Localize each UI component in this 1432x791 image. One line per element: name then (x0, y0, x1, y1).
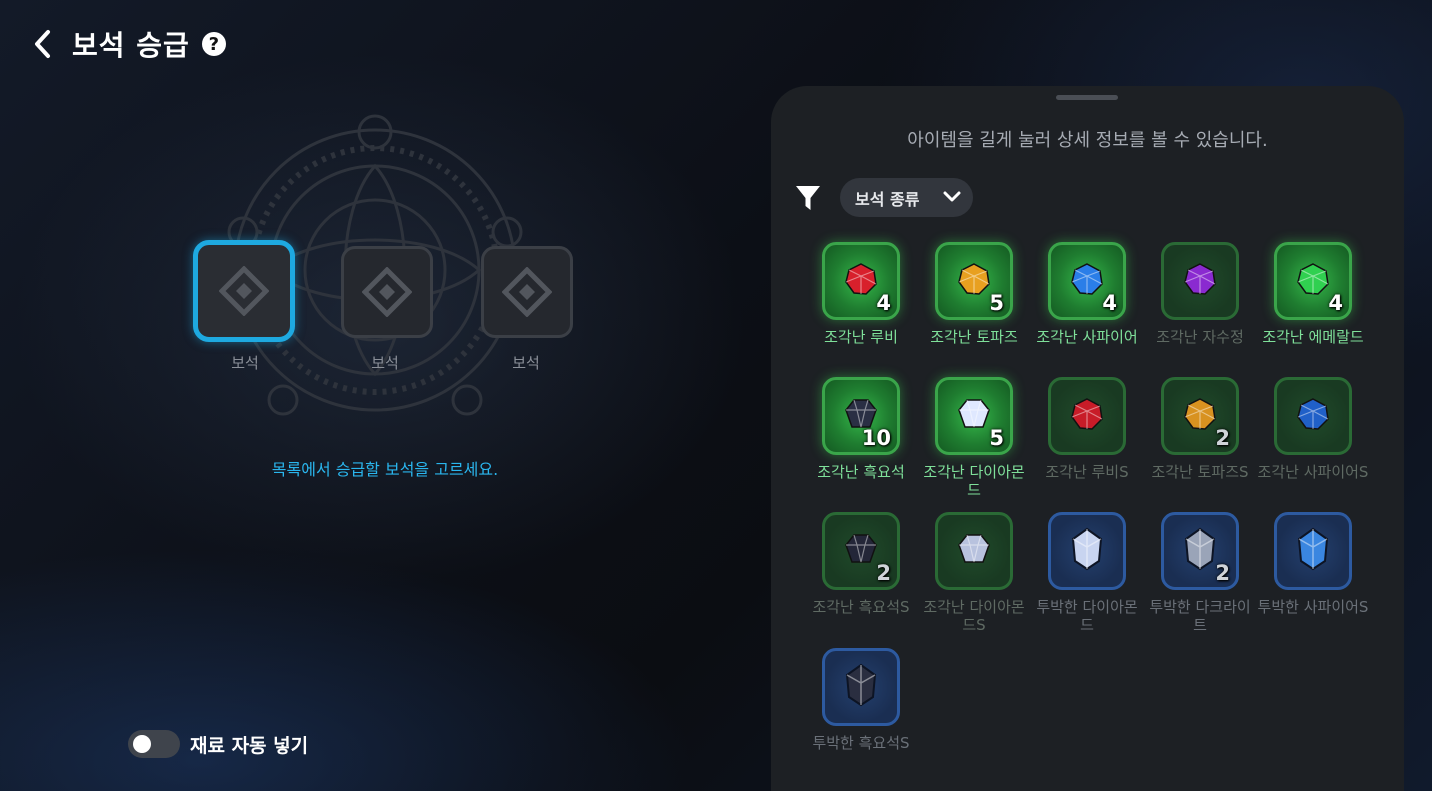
item-name: 투박한 다이아몬드 (1036, 598, 1138, 634)
gem-tile: 4 (822, 242, 900, 320)
gem-tile (1048, 377, 1126, 455)
item-name: 조각난 사파이어 (1036, 328, 1138, 346)
select-gem-hint: 목록에서 승급할 보석을 고르세요. (271, 460, 499, 479)
diamond-placeholder-icon (219, 266, 269, 316)
gem-item[interactable]: 4 조각난 사파이어 (1030, 242, 1144, 346)
item-name: 투박한 다크라이트 (1149, 598, 1251, 634)
help-icon[interactable]: ? (201, 32, 226, 56)
item-name: 조각난 흑요석S (812, 598, 910, 616)
emerald-gem-icon (1296, 262, 1330, 300)
gem-item[interactable]: 4 조각난 루비 (804, 242, 918, 346)
topaz-gem-icon (1183, 397, 1217, 435)
gem-tile (822, 648, 900, 726)
gem-item[interactable]: 2 조각난 토파즈S (1143, 377, 1257, 481)
gem-slot-label: 보석 (512, 354, 540, 372)
item-name: 조각난 토파즈 (930, 328, 1018, 346)
gem-item[interactable]: 5 조각난 다이아몬드 (917, 377, 1031, 499)
item-name: 투박한 흑요석S (812, 734, 910, 752)
dropdown-label: 보석 종류 (855, 189, 920, 209)
ruby-gem-icon (844, 262, 878, 300)
item-count: 2 (1215, 561, 1230, 585)
item-name: 조각난 흑요석 (817, 463, 905, 481)
toggle-knob (133, 735, 151, 753)
gem-slot-1[interactable] (193, 240, 295, 342)
gem-tile: 2 (1161, 377, 1239, 455)
diamond-gem-icon (957, 532, 991, 570)
gem-tile (1274, 512, 1352, 590)
auto-fill-toggle-row: 재료 자동 넣기 (128, 730, 308, 758)
diamond-placeholder-icon (362, 267, 412, 317)
crystal-gem-icon (844, 663, 878, 711)
back-button[interactable] (28, 26, 56, 62)
item-name: 조각난 사파이어S (1257, 463, 1369, 481)
item-name: 조각난 토파즈S (1151, 463, 1249, 481)
gem-tile (1048, 512, 1126, 590)
gem-item[interactable]: 4 조각난 에메랄드 (1256, 242, 1370, 346)
item-count: 5 (989, 291, 1004, 315)
gem-item[interactable]: 투박한 사파이어S (1256, 512, 1370, 616)
item-count: 2 (876, 561, 891, 585)
gem-item[interactable]: 조각난 사파이어S (1256, 377, 1370, 481)
item-count: 10 (861, 426, 891, 450)
gem-tile: 10 (822, 377, 900, 455)
sapphire-gem-icon (1070, 262, 1104, 300)
gem-item[interactable]: 조각난 다이아몬드S (917, 512, 1031, 634)
panel-drag-handle[interactable] (1056, 95, 1118, 100)
obsidian-gem-icon (844, 532, 878, 570)
gem-tile (935, 512, 1013, 590)
crystal-gem-icon (1296, 527, 1330, 575)
crystal-gem-icon (1070, 527, 1104, 575)
gem-item[interactable]: 투박한 다이아몬드 (1030, 512, 1144, 634)
gem-tile: 2 (1161, 512, 1239, 590)
item-name: 조각난 루비 (824, 328, 898, 346)
item-count: 5 (989, 426, 1004, 450)
item-name: 조각난 다이아몬드 (923, 463, 1025, 499)
gem-slot-label: 보석 (231, 354, 259, 372)
gem-tile: 5 (935, 377, 1013, 455)
gem-upgrade-screen: 보석 승급 ? 보석 보석 보석 목록에서 승급할 보석을 고르세요. 재료 자… (0, 0, 1432, 791)
header: 보석 승급 ? (28, 24, 226, 64)
diamond-placeholder-icon (502, 267, 552, 317)
page-title: 보석 승급 (72, 29, 190, 62)
gem-item[interactable]: 5 조각난 토파즈 (917, 242, 1031, 346)
gem-type-dropdown[interactable]: 보석 종류 (840, 178, 973, 217)
item-count: 4 (1102, 291, 1117, 315)
filter-icon[interactable] (795, 184, 821, 212)
gem-tile: 4 (1274, 242, 1352, 320)
gem-item[interactable]: 투박한 흑요석S (804, 648, 918, 752)
item-name: 조각난 자수정 (1156, 328, 1244, 346)
chevron-down-icon (943, 191, 961, 202)
panel-hint: 아이템을 길게 눌러 상세 정보를 볼 수 있습니다. (907, 130, 1268, 151)
item-name: 조각난 다이아몬드S (923, 598, 1025, 634)
crystal-gem-icon (1183, 527, 1217, 575)
gem-slot-3[interactable] (481, 246, 573, 338)
gem-slot-label: 보석 (371, 354, 399, 372)
item-name: 조각난 에메랄드 (1262, 328, 1364, 346)
inventory-panel: 아이템을 길게 눌러 상세 정보를 볼 수 있습니다. 보석 종류 4 조각난 루… (771, 86, 1404, 791)
gem-slot-2[interactable] (341, 246, 433, 338)
gem-item[interactable]: 2 투박한 다크라이트 (1143, 512, 1257, 634)
auto-fill-toggle[interactable] (128, 730, 180, 758)
chevron-left-icon (35, 30, 50, 58)
item-count: 2 (1215, 426, 1230, 450)
gem-tile: 2 (822, 512, 900, 590)
auto-fill-label: 재료 자동 넣기 (190, 734, 309, 757)
gem-item[interactable]: 2 조각난 흑요석S (804, 512, 918, 616)
diamond-gem-icon (957, 397, 991, 435)
gem-tile: 4 (1048, 242, 1126, 320)
amethyst-gem-icon (1183, 262, 1217, 300)
gem-item[interactable]: 조각난 자수정 (1143, 242, 1257, 346)
topaz-gem-icon (957, 262, 991, 300)
gem-tile (1274, 377, 1352, 455)
sapphire-gem-icon (1296, 397, 1330, 435)
item-name: 투박한 사파이어S (1257, 598, 1369, 616)
ruby-gem-icon (1070, 397, 1104, 435)
item-count: 4 (876, 291, 891, 315)
gem-tile: 5 (935, 242, 1013, 320)
item-name: 조각난 루비S (1045, 463, 1129, 481)
gem-item[interactable]: 조각난 루비S (1030, 377, 1144, 481)
gem-item[interactable]: 10 조각난 흑요석 (804, 377, 918, 481)
item-count: 4 (1328, 291, 1343, 315)
gem-tile (1161, 242, 1239, 320)
